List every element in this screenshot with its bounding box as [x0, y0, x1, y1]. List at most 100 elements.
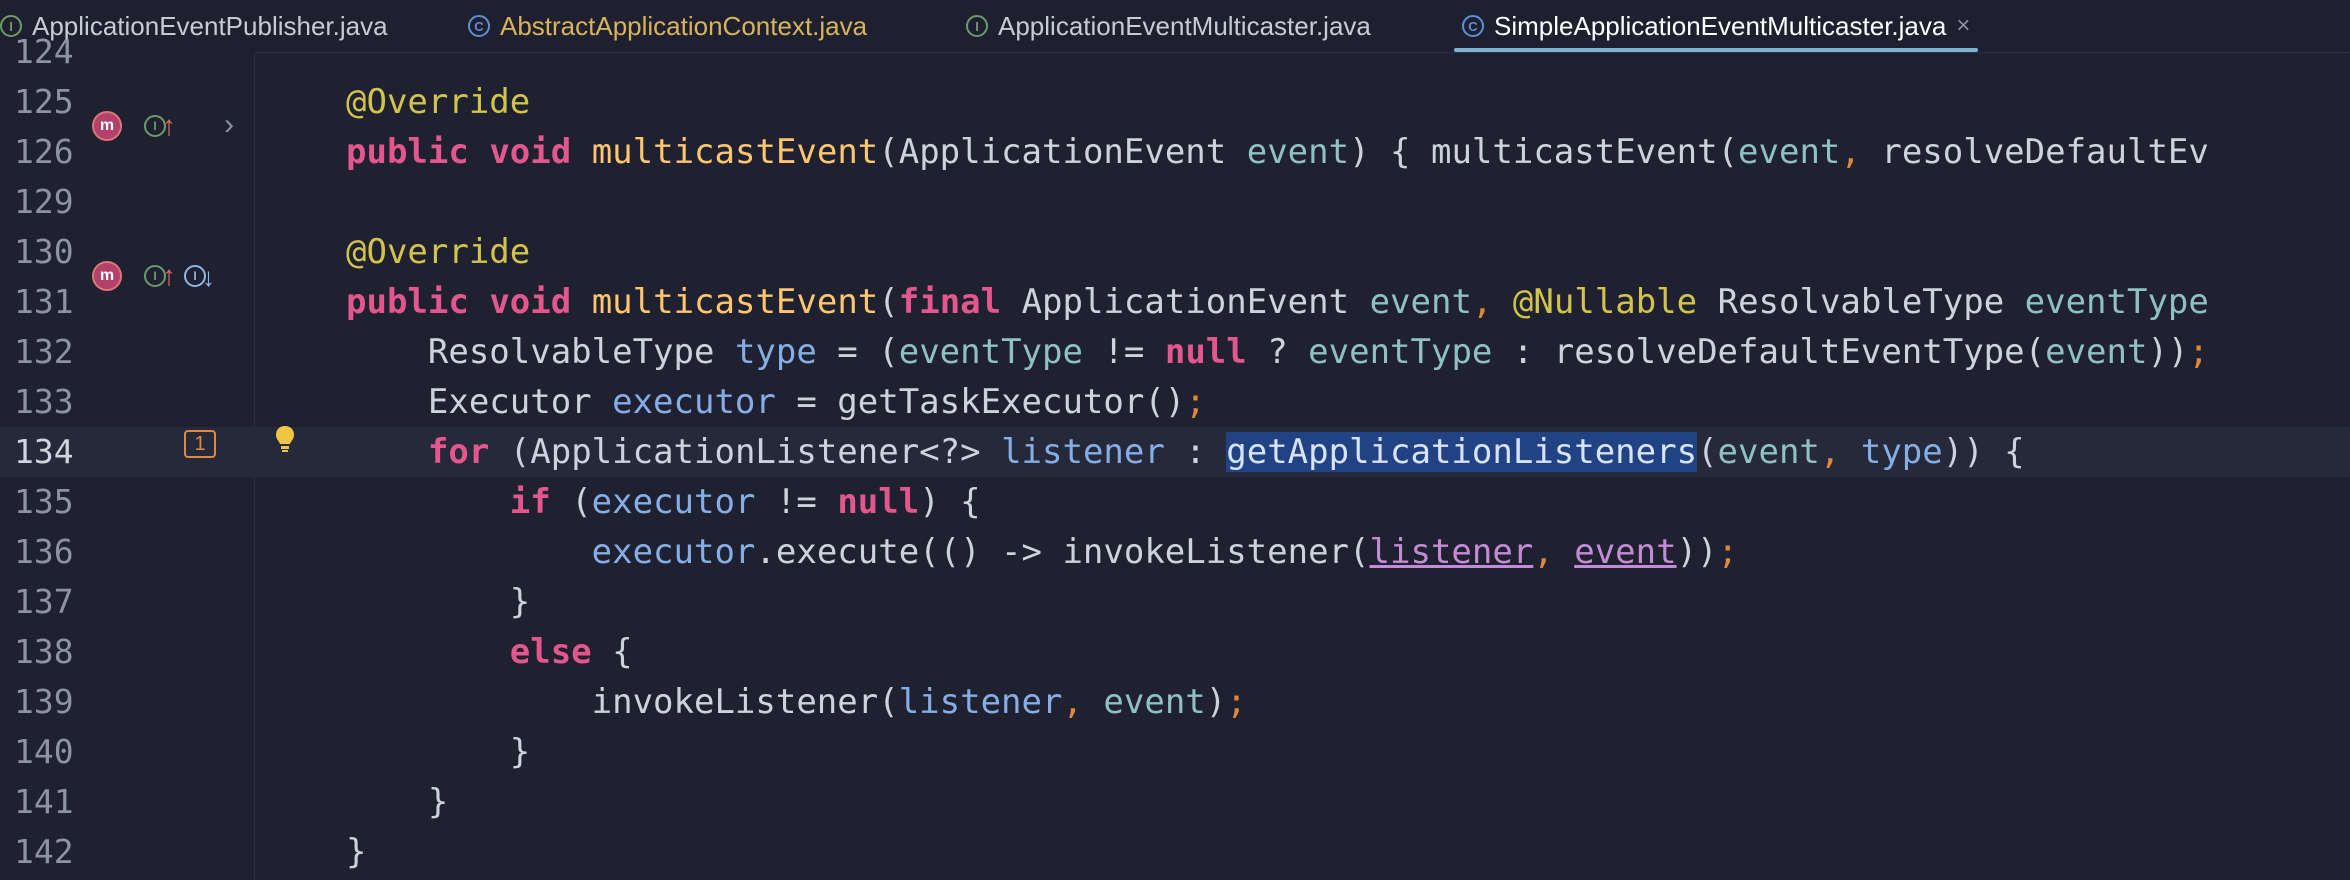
code-text[interactable]: }	[346, 777, 448, 827]
method-override-icon[interactable]: m	[92, 111, 122, 141]
code-text[interactable]: @Override	[346, 227, 530, 277]
code-token: invokeListener(	[346, 682, 899, 722]
code-token: eventType	[898, 332, 1083, 372]
code-token: ;	[1226, 682, 1247, 722]
code-line[interactable]: 141 }	[0, 777, 2350, 827]
code-text[interactable]: for (ApplicationListener<?> listener : g…	[346, 427, 2025, 477]
code-token: }	[346, 782, 449, 822]
code-token: (ApplicationListener<?>	[489, 432, 1002, 472]
code-token: void	[489, 282, 572, 322]
code-token: : resolveDefaultEventType(	[1492, 332, 2046, 372]
code-token: event	[1369, 282, 1472, 322]
code-token: event	[1717, 432, 1820, 472]
code-line[interactable]: 125 @Override	[0, 77, 2350, 127]
code-token: resolveDefaultEv	[1881, 132, 2209, 172]
code-text[interactable]: ResolvableType type = (eventType != null…	[346, 327, 2209, 377]
line-number: 137	[14, 582, 74, 621]
line-number: 140	[14, 732, 74, 771]
line-number: 133	[14, 382, 74, 421]
code-line[interactable]: 132 ResolvableType type = (eventType != …	[0, 327, 2350, 377]
code-token: ))	[2147, 332, 2189, 372]
code-text[interactable]: public void multicastEvent(ApplicationEv…	[346, 127, 2209, 177]
code-text[interactable]: }	[346, 727, 530, 777]
line-number: 126	[14, 132, 74, 171]
code-line[interactable]: 135 if (executor != null) {	[0, 477, 2350, 527]
code-line[interactable]: 124	[0, 27, 2350, 77]
code-token: ) {	[919, 482, 981, 522]
code-token: }	[346, 582, 531, 622]
code-line[interactable]: 129	[0, 177, 2350, 227]
code-token: ) { multicastEvent(	[1349, 132, 1739, 172]
code-token: ,	[1062, 682, 1104, 722]
code-token: = (	[816, 332, 899, 372]
bookmark-badge[interactable]: 1	[184, 430, 216, 458]
code-text[interactable]: invokeListener(listener, event);	[346, 677, 1247, 727]
code-token: void	[489, 132, 572, 172]
code-token: event	[1574, 532, 1677, 572]
code-line[interactable]: 126 public void multicastEvent(Applicatio…	[0, 127, 2350, 177]
code-token: :	[1164, 432, 1227, 472]
code-token: ,	[1840, 132, 1882, 172]
code-token: }	[346, 732, 531, 772]
code-token: executor	[591, 482, 756, 522]
code-token: (	[550, 482, 592, 522]
code-token: ApplicationEvent	[1001, 282, 1370, 322]
fold-chevron-icon[interactable]: ›	[224, 108, 234, 142]
go-to-super-method-icon[interactable]: ↑	[162, 110, 176, 142]
code-token: multicastEvent	[591, 132, 879, 172]
code-token: public	[346, 282, 469, 322]
go-to-super-method-icon[interactable]: ↑	[162, 260, 176, 292]
code-text[interactable]: }	[346, 827, 366, 877]
code-text[interactable]: Executor executor = getTaskExecutor();	[346, 377, 1206, 427]
code-text[interactable]: @Override	[346, 77, 530, 127]
line-number: 135	[14, 482, 74, 521]
code-line[interactable]: 136 executor.execute(() -> invokeListene…	[0, 527, 2350, 577]
code-token: {	[591, 632, 633, 672]
code-token: type	[734, 332, 817, 372]
code-token: )	[1205, 682, 1227, 722]
code-token: for	[427, 432, 490, 472]
code-token: ,	[1533, 532, 1575, 572]
line-number: 131	[14, 282, 74, 321]
code-token: null	[837, 482, 920, 522]
code-text[interactable]: else {	[346, 627, 633, 677]
selected-token: getApplicationListeners	[1226, 432, 1698, 472]
code-line[interactable]: 130 @Override	[0, 227, 2350, 277]
code-token: @Nullable	[1512, 282, 1698, 322]
code-line[interactable]: 137 }	[0, 577, 2350, 627]
code-token: event	[1246, 132, 1350, 172]
code-token: ;	[1185, 382, 1206, 422]
code-text[interactable]: }	[346, 577, 530, 627]
code-token: final	[898, 282, 1002, 322]
code-token: Executor	[346, 382, 613, 422]
code-token: listener	[898, 682, 1063, 722]
code-line[interactable]: 142}	[0, 827, 2350, 877]
code-token: event	[1738, 132, 1841, 172]
code-editor[interactable]: 124 125 @Override 126 public void multicastE…	[0, 32, 2350, 880]
code-token: ))	[1676, 532, 1718, 572]
code-token: @Override	[346, 82, 531, 122]
code-line[interactable]: 131 public void multicastEvent(final Appl…	[0, 277, 2350, 327]
code-line[interactable]: 133 Executor executor = getTaskExecutor(…	[0, 377, 2350, 427]
code-token: }	[346, 832, 367, 872]
code-token: public	[346, 132, 469, 172]
go-to-implementation-icon[interactable]: ↓	[202, 262, 215, 293]
lightbulb-icon[interactable]	[274, 424, 296, 454]
line-number: 130	[14, 232, 74, 271]
line-number: 141	[14, 782, 74, 821]
code-line[interactable]: 139 invokeListener(listener, event);	[0, 677, 2350, 727]
code-line[interactable]: 138 else {	[0, 627, 2350, 677]
code-text[interactable]: public void multicastEvent(final Applica…	[346, 277, 2209, 327]
code-text[interactable]: executor.execute(() -> invokeListener(li…	[346, 527, 1738, 577]
code-line[interactable]: 134 for (ApplicationListener<?> listener…	[0, 427, 2350, 477]
code-token: ,	[1819, 432, 1861, 472]
code-token: (ApplicationEvent	[878, 132, 1247, 172]
code-text[interactable]: if (executor != null) {	[346, 477, 981, 527]
method-override-icon[interactable]: m	[92, 261, 122, 291]
code-token: ResolvableType	[1697, 282, 2025, 322]
code-line[interactable]: 140 }	[0, 727, 2350, 777]
